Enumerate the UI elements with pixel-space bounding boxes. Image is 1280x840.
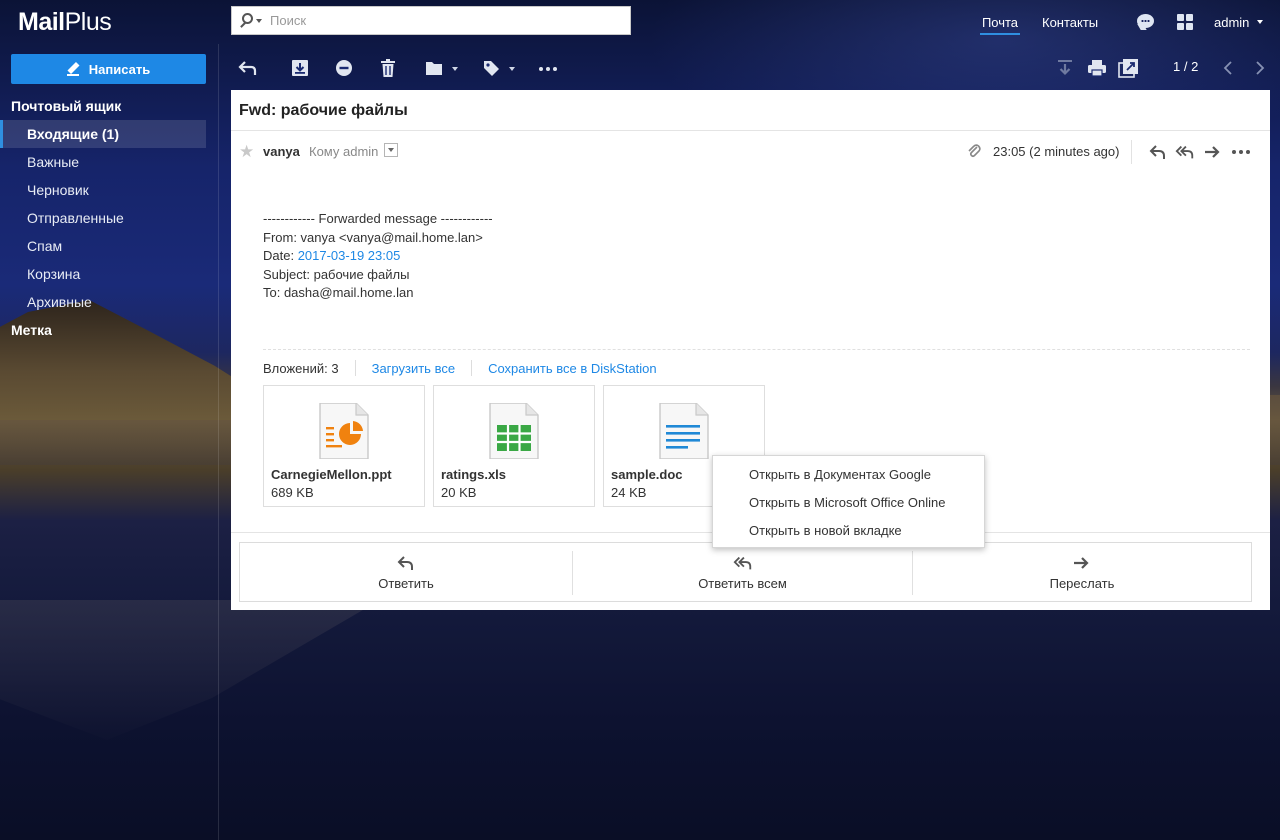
attachment-name: CarnegieMellon.ppt <box>271 467 392 482</box>
message-body: ------------ Forwarded message ---------… <box>263 210 493 303</box>
chevron-down-icon[interactable] <box>509 67 515 71</box>
block-icon[interactable] <box>333 58 355 78</box>
user-name: admin <box>1214 14 1250 30</box>
attachment-name: sample.doc <box>611 467 683 482</box>
reply-all-button[interactable]: Ответить всем <box>573 543 912 601</box>
top-bar: MailPlus Почта Контакты admin <box>0 0 1280 44</box>
attachments-bar: Вложений: 3 Загрузить все Сохранить все … <box>263 360 657 376</box>
chevron-down-icon[interactable] <box>452 67 458 71</box>
ppt-file-icon <box>319 403 369 459</box>
search-input[interactable] <box>264 7 630 34</box>
date-prefix: Date: <box>263 248 298 264</box>
reply-icon <box>397 556 413 570</box>
attachments-count: 3 <box>331 360 339 376</box>
subject-line: Subject: рабочие файлы <box>263 266 410 282</box>
pencil-icon <box>66 61 81 76</box>
menu-item-open-new-tab[interactable]: Открыть в новой вкладке <box>713 517 984 545</box>
pager-text: 1 / 2 <box>1173 59 1199 74</box>
chevron-left-icon[interactable] <box>1218 58 1240 78</box>
forward-icon <box>1074 557 1089 569</box>
forward-button[interactable]: Переслать <box>913 543 1251 601</box>
nav-contacts[interactable]: Контакты <box>1042 0 1098 44</box>
attachment-card[interactable]: ratings.xls 20 KB <box>433 385 595 507</box>
attachment-size: 24 KB <box>611 485 647 500</box>
sidebar-item-important[interactable]: Важные <box>0 148 206 176</box>
attachments-separator <box>471 360 473 376</box>
attachment-card[interactable]: CarnegieMellon.ppt 689 KB <box>263 385 425 507</box>
compose-button[interactable]: Написать <box>11 54 206 84</box>
chevron-down-icon <box>1257 20 1264 24</box>
reply-all-icon[interactable] <box>1175 144 1195 160</box>
to-line: To: dasha@mail.home.lan <box>263 285 414 301</box>
user-menu[interactable]: admin <box>1214 0 1264 44</box>
sidebar-item-inbox[interactable]: Входящие (1) <box>0 120 206 148</box>
attachment-size: 20 KB <box>441 485 477 500</box>
message-subject: Fwd: рабочие файлы <box>239 102 408 119</box>
reply-label: Ответить <box>378 576 434 591</box>
sidebar-divider <box>218 44 219 840</box>
expand-details-icon[interactable] <box>384 143 398 157</box>
sidebar-item-trash[interactable]: Корзина <box>0 260 206 288</box>
message-time: 23:05 (2 minutes ago) <box>993 144 1120 159</box>
message-toolbar: 1 / 2 <box>231 50 1271 86</box>
doc-file-icon <box>659 403 709 459</box>
paperclip-icon <box>968 144 981 158</box>
date-line: Date: 2017-03-19 23:05 <box>263 247 493 266</box>
label-header[interactable]: Метка <box>0 316 206 344</box>
header-separator <box>1131 140 1132 164</box>
search-icon[interactable] <box>240 12 264 30</box>
reply-button[interactable]: Ответить <box>240 543 572 601</box>
sidebar-item-drafts[interactable]: Черновик <box>0 176 206 204</box>
download-disabled-icon[interactable] <box>1054 58 1076 78</box>
attachments-divider <box>263 349 1250 350</box>
sidebar-item-archive[interactable]: Архивные <box>0 288 206 316</box>
reply-all-icon <box>733 556 751 570</box>
sidebar-item-spam[interactable]: Спам <box>0 232 206 260</box>
menu-item-open-office-online[interactable]: Открыть в Microsoft Office Online <box>713 489 984 517</box>
more-icon[interactable] <box>537 58 559 78</box>
xls-file-icon <box>489 403 539 459</box>
back-icon[interactable] <box>237 58 259 78</box>
attachment-context-menu: Открыть в Документах Google Открыть в Mi… <box>712 455 985 548</box>
sender-name[interactable]: vanya <box>263 144 300 159</box>
from-line: From: vanya <vanya@mail.home.lan> <box>263 229 483 245</box>
message-header: ★ vanya Кому admin 23:05 (2 minutes ago) <box>239 140 1259 164</box>
attachment-size: 689 KB <box>271 485 314 500</box>
date-link[interactable]: 2017-03-19 23:05 <box>298 248 401 263</box>
folder-move-icon[interactable] <box>425 58 443 78</box>
more-icon[interactable] <box>1231 144 1251 160</box>
print-icon[interactable] <box>1086 58 1108 78</box>
reply-icon[interactable] <box>1148 144 1168 160</box>
attachment-name: ratings.xls <box>441 467 507 482</box>
forward-icon[interactable] <box>1203 144 1223 160</box>
delete-icon[interactable] <box>377 58 399 78</box>
reply-bar: Ответить Ответить всем Переслать <box>239 542 1252 602</box>
background-hill-reflection <box>0 600 380 740</box>
attachments-separator <box>354 360 356 376</box>
download-all-link[interactable]: Загрузить все <box>372 361 455 376</box>
chevron-right-icon[interactable] <box>1248 58 1270 78</box>
apps-grid-icon[interactable] <box>1176 12 1196 32</box>
open-new-window-icon[interactable] <box>1118 58 1140 78</box>
recipient-text: Кому admin <box>309 144 379 159</box>
nav-mail[interactable]: Почта <box>980 0 1020 44</box>
app-logo[interactable]: MailPlus <box>18 8 112 37</box>
save-to-diskstation-link[interactable]: Сохранить все в DiskStation <box>488 361 657 376</box>
sidebar: Почтовый ящик Входящие (1) Важные Чернов… <box>0 92 206 344</box>
menu-item-open-google-docs[interactable]: Открыть в Документах Google <box>713 461 984 489</box>
tag-icon[interactable] <box>482 58 500 78</box>
forward-label: Переслать <box>1049 576 1115 591</box>
mailbox-header[interactable]: Почтовый ящик <box>0 92 206 120</box>
chat-icon[interactable] <box>1136 12 1156 32</box>
search-box[interactable] <box>231 6 631 35</box>
attachments-label: Вложений: <box>263 360 328 376</box>
star-icon[interactable]: ★ <box>239 142 254 162</box>
archive-icon[interactable] <box>289 58 311 78</box>
forwarded-line: ------------ Forwarded message ---------… <box>263 211 493 226</box>
sidebar-item-sent[interactable]: Отправленные <box>0 204 206 232</box>
reply-all-label: Ответить всем <box>698 576 787 591</box>
subject-divider <box>231 130 1270 131</box>
